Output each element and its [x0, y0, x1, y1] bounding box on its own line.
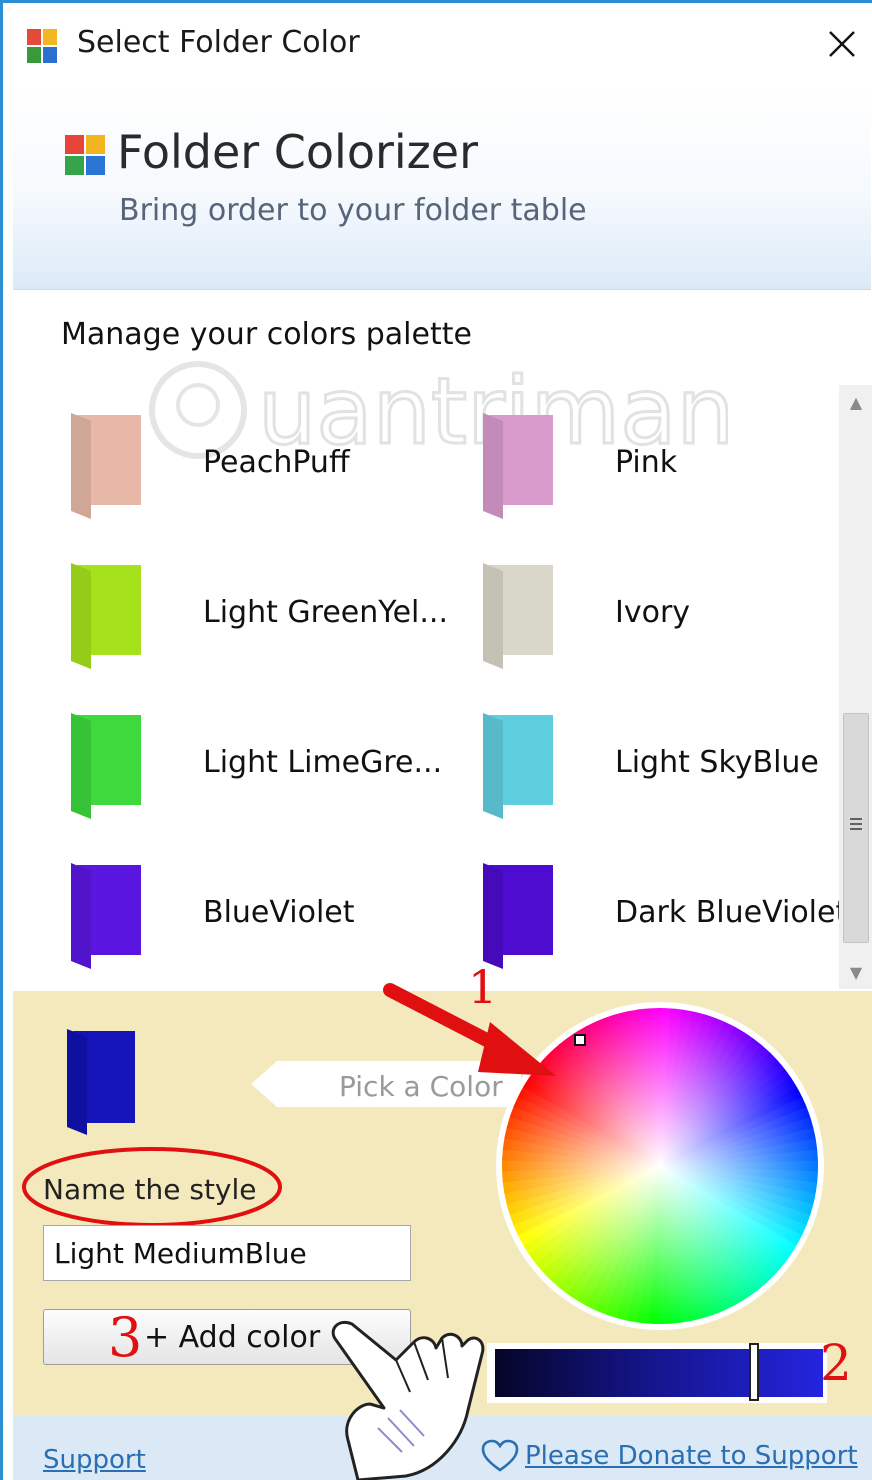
step-1-number: 1	[468, 960, 498, 1014]
palette-item[interactable]: PeachPuff	[43, 383, 433, 533]
select-folder-color-window: Select Folder Color Folder Colorizer Bri…	[0, 0, 872, 1480]
add-color-button[interactable]: + Add color	[43, 1309, 411, 1365]
folder-icon	[483, 413, 553, 519]
brightness-gradient	[495, 1349, 823, 1397]
color-palette-grid: PeachPuff Pink Light GreenYel... Ivory Light…	[43, 383, 847, 989]
scrollbar-thumb[interactable]	[843, 713, 869, 943]
app-name: Folder Colorizer	[117, 125, 479, 179]
window-title: Select Folder Color	[77, 25, 360, 60]
folder-icon	[483, 863, 553, 969]
donate-link[interactable]: Please Donate to Support	[481, 1439, 858, 1473]
preview-folder-icon	[67, 1029, 135, 1135]
step-3-number: 3	[108, 1306, 143, 1369]
palette-item-label: Light SkyBlue	[615, 745, 819, 780]
close-button[interactable]	[819, 21, 865, 67]
style-name-input[interactable]	[43, 1225, 411, 1281]
brightness-slider[interactable]	[487, 1343, 827, 1403]
folder-icon	[71, 413, 141, 519]
palette-item[interactable]: BlueViolet	[43, 833, 433, 983]
palette-title: Manage your colors palette	[61, 317, 472, 352]
heart-icon	[481, 1439, 519, 1472]
brightness-slider-thumb[interactable]	[749, 1343, 759, 1401]
palette-item[interactable]: Light SkyBlue	[455, 683, 845, 833]
palette-item[interactable]: Light GreenYel...	[43, 533, 448, 683]
palette-scrollbar[interactable]: ▲ ▼	[839, 385, 872, 989]
footer-bar: Support Please Donate to Support	[13, 1415, 872, 1480]
folder-colorizer-app-icon	[27, 29, 57, 63]
folder-icon	[483, 563, 553, 669]
scroll-up-arrow-icon[interactable]: ▲	[839, 385, 872, 419]
palette-item[interactable]: Light LimeGre...	[43, 683, 442, 833]
pick-a-color-label: Pick a Color	[339, 1070, 503, 1103]
palette-item-label: Pink	[615, 445, 678, 480]
add-color-label: + Add color	[144, 1320, 321, 1355]
color-wheel[interactable]	[495, 1001, 825, 1331]
folder-icon	[71, 713, 141, 819]
scroll-down-arrow-icon[interactable]: ▼	[839, 955, 872, 989]
palette-item-label: Light GreenYel...	[203, 595, 448, 630]
folder-icon	[71, 863, 141, 969]
close-icon	[829, 31, 855, 57]
donate-label: Please Donate to Support	[525, 1441, 858, 1471]
palette-item[interactable]: Pink	[455, 383, 845, 533]
folder-icon	[71, 563, 141, 669]
wheel-selector-handle	[574, 1034, 586, 1046]
palette-item[interactable]: Dark BlueViolet	[455, 833, 848, 983]
header-banner: Folder Colorizer Bring order to your fol…	[13, 85, 871, 290]
palette-item-label: Light LimeGre...	[203, 745, 443, 780]
palette-item-label: Ivory	[615, 595, 691, 630]
step-2-number: 2	[820, 1334, 852, 1392]
grip-icon	[850, 818, 862, 833]
support-link[interactable]: Support	[43, 1445, 146, 1475]
folder-colorizer-logo-icon	[65, 135, 105, 175]
app-tagline: Bring order to your folder table	[119, 193, 587, 228]
title-bar: Select Folder Color	[3, 3, 872, 85]
palette-item[interactable]: Ivory	[455, 533, 845, 683]
palette-item-label: BlueViolet	[203, 895, 355, 930]
palette-item-label: Dark BlueViolet	[615, 895, 848, 930]
folder-icon	[483, 713, 553, 819]
highlight-ellipse	[22, 1147, 282, 1227]
palette-item-label: PeachPuff	[203, 445, 350, 480]
